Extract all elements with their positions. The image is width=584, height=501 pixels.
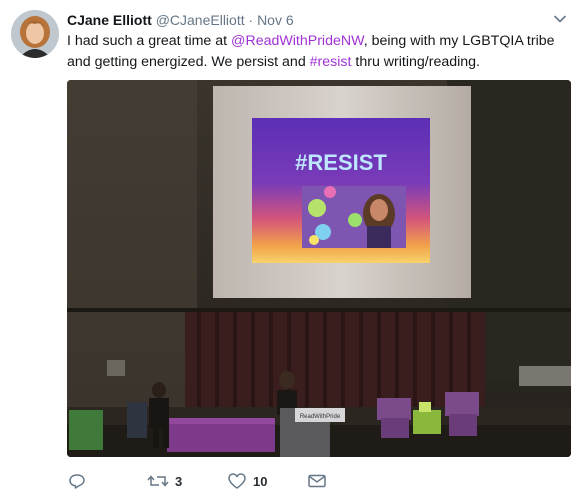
hashtag-link[interactable]: #resist xyxy=(310,54,352,70)
tweet-text-part3: thru writing/reading. xyxy=(351,54,480,70)
mention-link[interactable]: @ReadWithPrideNW xyxy=(231,33,364,49)
author-handle[interactable]: @CJaneElliott xyxy=(156,12,245,28)
tweet-header: CJane Elliott @CJaneElliott · Nov 6 xyxy=(67,11,294,29)
retweet-button[interactable]: 3 xyxy=(147,470,182,492)
tweet-actions: 3 10 xyxy=(67,470,367,492)
avatar-photo xyxy=(11,10,59,58)
direct-message-button[interactable] xyxy=(307,470,327,492)
retweet-icon xyxy=(147,475,169,487)
like-button[interactable]: 10 xyxy=(227,470,267,492)
tweet-text: I had such a great time at @ReadWithPrid… xyxy=(67,31,572,73)
tweet-timestamp[interactable]: Nov 6 xyxy=(257,12,294,28)
heart-icon xyxy=(228,473,246,489)
like-count: 10 xyxy=(253,473,268,489)
header-separator: · xyxy=(248,12,254,28)
author-name[interactable]: CJane Elliott xyxy=(67,12,152,28)
retweet-count: 3 xyxy=(175,473,183,489)
chevron-down-icon[interactable] xyxy=(553,12,567,26)
slide-title: #RESIST xyxy=(295,150,387,175)
reply-button[interactable] xyxy=(68,470,86,492)
avatar[interactable] xyxy=(11,10,59,58)
podium-sign: ReadWithPride xyxy=(300,414,341,420)
tweet-photo[interactable]: #RESIST ReadWithPride xyxy=(67,80,571,457)
tweet-text-part1: I had such a great time at xyxy=(67,33,232,49)
tweet-card: CJane Elliott @CJaneElliott · Nov 6 I ha… xyxy=(0,0,584,501)
event-photo: #RESIST ReadWithPride xyxy=(67,80,571,457)
reply-icon xyxy=(69,474,85,489)
mail-icon xyxy=(308,474,326,488)
